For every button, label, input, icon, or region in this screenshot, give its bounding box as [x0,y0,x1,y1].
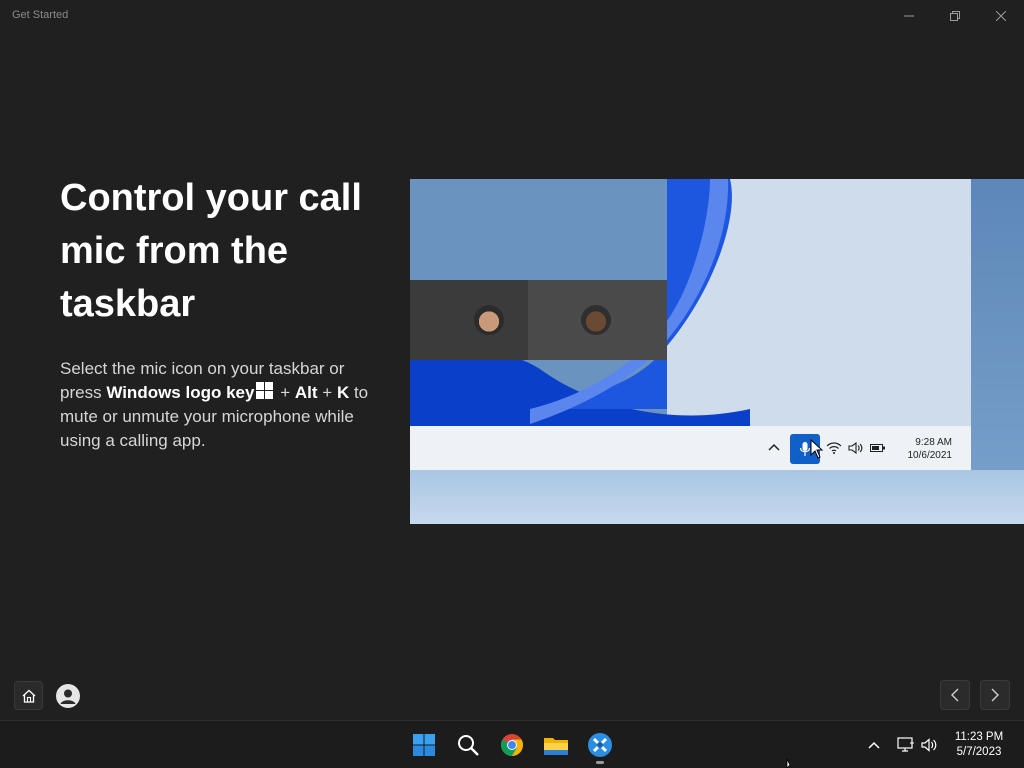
chevron-up-icon [868,741,880,749]
participant-avatar-2 [581,305,611,335]
home-icon [22,689,35,703]
file-explorer-button[interactable] [540,729,572,761]
get-started-taskbar-button[interactable] [584,729,616,761]
mock-time: 9:28 AM [915,437,952,448]
taskbar-date: 5/7/2023 [956,746,1002,758]
home-button[interactable] [14,681,43,710]
key-alt: Alt [294,383,318,402]
search-icon [458,735,479,756]
mock-battery-icon [870,444,885,452]
taskbar-time: 11:23 PM [954,731,1004,743]
chrome-button[interactable] [496,729,528,761]
mouse-cursor-icon [786,758,791,768]
windows-taskbar: 11:23 PM 5/7/2023 [0,720,1024,768]
network-icon [897,737,914,752]
network-button[interactable] [896,735,916,755]
participant-avatar-1 [474,305,504,335]
user-avatar-icon [60,689,76,704]
illustration-bottom [410,470,1024,524]
taskbar-mic-illustration: 9:28 AM 10/6/2021 [410,179,1024,524]
minimize-button[interactable] [886,0,932,32]
page-heading: Control your call mic from the taskbar [60,172,400,331]
previous-page-button[interactable] [940,680,970,710]
get-started-icon [588,733,612,757]
plus-2: + [322,383,333,402]
participant-tile-2 [528,280,667,360]
window-title: Get Started [12,9,69,21]
next-page-button[interactable] [980,680,1010,710]
taskbar-clock[interactable]: 11:23 PM 5/7/2023 [946,730,1012,760]
mock-cursor-icon [810,439,824,459]
close-button[interactable] [978,0,1024,32]
key-k: K [336,383,350,402]
key-windows: Windows logo key [106,383,255,402]
get-started-window: Get Started Control your call mic from t… [0,0,1024,720]
plus-1: + [280,383,291,402]
chevron-right-icon [991,688,999,702]
search-button[interactable] [452,729,484,761]
close-icon [996,11,1006,21]
mock-chevron-up-icon [768,443,780,451]
heading-line-2: mic from the [60,230,289,272]
windows-logo-key-icon [256,382,274,399]
start-button[interactable] [408,729,440,761]
show-hidden-icons-button[interactable] [864,735,884,755]
user-account-button[interactable] [56,684,80,708]
chevron-left-icon [951,688,959,702]
restore-icon [950,11,960,21]
title-bar: Get Started [0,0,1024,32]
taskbar-mock: 9:28 AM 10/6/2021 [410,426,971,470]
volume-button[interactable] [920,735,940,755]
mock-wifi-icon [826,442,842,454]
instruction-text: Select the mic icon on your taskbar or p… [60,357,390,453]
call-window-mock [410,280,667,360]
heading-line-3: taskbar [60,283,196,325]
mock-clock: 9:28 AM 10/6/2021 [898,436,953,462]
restore-button[interactable] [932,0,978,32]
volume-icon [921,738,937,752]
minimize-icon [904,15,914,17]
heading-line-1: Control your call [60,177,362,219]
file-explorer-icon [544,738,568,755]
mock-date: 10/6/2021 [907,450,953,461]
mock-volume-icon [848,441,863,455]
chrome-icon [501,734,523,756]
active-app-indicator [596,761,604,764]
start-icon [413,734,435,756]
